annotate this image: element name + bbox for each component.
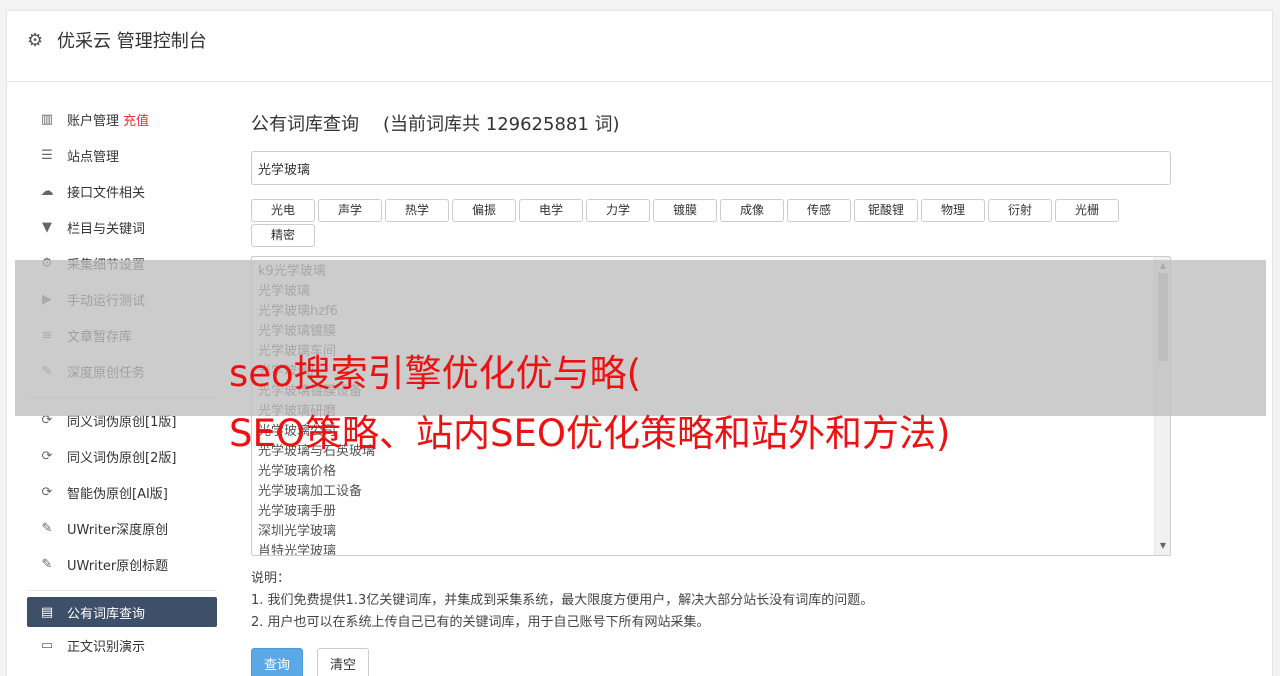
sidebar-item-label: 正文识别演示 (67, 639, 146, 655)
note-line: 1. 我们免费提供1.3亿关键词库，并集成到采集系统，最大限度方便用户，解决大部… (251, 593, 874, 608)
top-header: ⚙ 优采云 管理控制台 (7, 11, 1272, 82)
clear-button[interactable]: 清空 (317, 648, 370, 676)
tag-button[interactable]: 衍射 (988, 199, 1052, 222)
filter-icon: ▼ (42, 219, 52, 235)
page-title-text: 公有词库查询 (251, 114, 359, 135)
overlay-title-line1: seo搜索引擎优化优与略( (229, 352, 642, 395)
tag-button[interactable]: 铌酸锂 (854, 199, 918, 222)
result-item[interactable]: 深圳光学玻璃 (258, 522, 1170, 542)
result-item[interactable]: 光学玻璃价格 (258, 462, 1170, 482)
note-line: 2. 用户也可以在系统上传自己已有的关键词库，用于自己账号下所有网站采集。 (251, 615, 710, 630)
desktop-icon: ▭ (40, 637, 54, 653)
sidebar-item[interactable]: ⟳ 同义词伪原创[2版] (27, 438, 217, 474)
sidebar-item[interactable]: ▤ 公有词库查询 (27, 597, 217, 627)
refresh-icon: ⟳ (41, 484, 53, 500)
sidebar-item[interactable]: ▭ 正文识别演示 (27, 627, 217, 663)
tag-button[interactable]: 精密 (251, 224, 315, 247)
server-icon: ☰ (41, 147, 53, 163)
gear-icon: ⚙ (27, 30, 44, 51)
sidebar-item-label: 同义词伪原创[2版] (67, 450, 177, 466)
edit-icon: ✎ (41, 520, 53, 536)
book-icon: ▤ (40, 604, 54, 620)
tag-button[interactable]: 物理 (921, 199, 985, 222)
sidebar-item-label: 栏目与关键词 (67, 221, 146, 237)
app-title: 优采云 管理控制台 (57, 31, 207, 52)
sidebar-item-label: UWriter深度原创 (67, 522, 169, 538)
sidebar-item[interactable]: ☰ 站点管理 (27, 137, 217, 173)
recharge-link[interactable]: 充值 (123, 110, 149, 129)
action-buttons: 查询 清空 (251, 648, 1171, 676)
sidebar-item-label: 智能伪原创[AI版] (67, 486, 168, 502)
sidebar-item-label: 公有词库查询 (67, 606, 146, 622)
scroll-down-arrow-icon[interactable]: ▼ (1155, 539, 1170, 553)
tag-button[interactable]: 热学 (385, 199, 449, 222)
result-item[interactable]: 光学玻璃加工设备 (258, 482, 1170, 502)
tag-button[interactable]: 成像 (720, 199, 784, 222)
sidebar-item-label: UWriter原创标题 (67, 558, 169, 574)
sidebar-item-label: 接口文件相关 (67, 185, 146, 201)
notes: 说明： 1. 我们免费提供1.3亿关键词库，并集成到采集系统，最大限度方便用户，解… (251, 568, 1171, 634)
sidebar-item-label: 账户管理 (67, 113, 120, 129)
note-line: 说明： (251, 571, 291, 586)
query-button[interactable]: 查询 (251, 648, 304, 676)
overlay-title-line2: SEO策略、站内SEO优化策略和站外和方法) (229, 412, 951, 455)
tag-button[interactable]: 力学 (586, 199, 650, 222)
word-count: (当前词库共 129625881 词) (383, 114, 620, 135)
edit-icon: ✎ (41, 556, 53, 572)
bar-chart-icon: ▥ (40, 111, 54, 127)
sidebar-item[interactable]: ▼ 栏目与关键词 (27, 209, 217, 245)
sidebar-item[interactable]: ✎ UWriter原创标题 (27, 546, 217, 582)
tag-button[interactable]: 电学 (519, 199, 583, 222)
sidebar-item[interactable]: ▥ 账户管理 充值 (27, 101, 217, 137)
tag-button[interactable]: 光栅 (1055, 199, 1119, 222)
sidebar-item[interactable]: ✎ UWriter深度原创 (27, 510, 217, 546)
page-title: 公有词库查询 (当前词库共 129625881 词) (251, 111, 1171, 139)
refresh-icon: ⟳ (41, 448, 53, 464)
tag-button[interactable]: 偏振 (452, 199, 516, 222)
sidebar-item-label: 站点管理 (67, 149, 120, 165)
sidebar-item[interactable]: ⟳ 智能伪原创[AI版] (27, 474, 217, 510)
result-item[interactable]: 肖特光学玻璃 (258, 542, 1170, 555)
result-item[interactable]: 光学玻璃手册 (258, 502, 1170, 522)
tag-button[interactable]: 声学 (318, 199, 382, 222)
tag-button[interactable]: 传感 (787, 199, 851, 222)
overlay-title: seo搜索引擎优化优与略( SEO策略、站内SEO优化策略和站外和方法) (229, 344, 1229, 464)
sidebar-divider (27, 590, 217, 591)
keyword-search-input[interactable] (251, 151, 1171, 185)
tag-button[interactable]: 镀膜 (653, 199, 717, 222)
sidebar-item[interactable]: ☁ 接口文件相关 (27, 173, 217, 209)
tag-list: 光电 声学 热学 偏振 电学 力学 镀膜 成像 传感 铌酸锂 物理 衍射 光栅精密 (251, 199, 1131, 247)
tag-button[interactable]: 光电 (251, 199, 315, 222)
cloud-upload-icon: ☁ (40, 183, 54, 199)
